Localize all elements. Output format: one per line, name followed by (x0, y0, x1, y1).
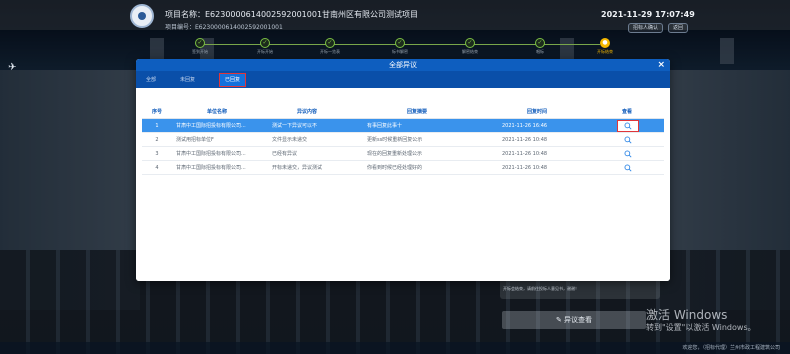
column-header: 序号 (151, 109, 162, 115)
search-icon[interactable] (619, 163, 637, 173)
search-icon[interactable] (619, 149, 637, 159)
table-row[interactable]: 1 甘肃中工国际招投标有限公司... 测试一下异议可以不 有事回复此事十 202… (142, 119, 664, 133)
back-button[interactable]: 返回 (668, 23, 689, 33)
column-header: 查看 (621, 109, 632, 115)
row-number: 4 (155, 165, 159, 171)
step-label: 解密结束 (462, 49, 478, 54)
objection-view-button[interactable]: ✎ 异议查看 (502, 311, 646, 329)
windows-activation-title: 激活 Windows (646, 308, 728, 322)
table-row[interactable]: 4 甘肃中工国际招投标有限公司... 开标未递交，异议测试 你看到时候已经处理好… (142, 161, 664, 175)
reply-summary: 现在的回复重新处理公示 (367, 151, 423, 157)
dialog-footer (136, 275, 670, 281)
windows-activation-subtitle: 转到"设置"以激活 Windows。 (646, 323, 756, 332)
dialog-tabs: 全部 未回复 已回复 (136, 71, 670, 88)
emblem-logo (130, 4, 154, 28)
objection-content: 测试一下异议可以不 (272, 123, 318, 129)
tab-all[interactable]: 全部 (146, 74, 156, 86)
step-7: ● 开标结束 (585, 38, 625, 55)
datetime: 2021-11-29 17:07:49 (601, 10, 695, 19)
column-header: 异议内容 (296, 109, 317, 115)
reply-time: 2021-11-26 10:48 (502, 165, 548, 171)
tab-unreplied[interactable]: 未回复 (180, 74, 195, 86)
step-4: ✓ 标书解密 (380, 38, 420, 55)
bird-icon[interactable]: ✈ (8, 62, 20, 74)
objection-dialog: 全部异议 × 全部 未回复 已回复 序号 单位名称 异议内容 回复摘要 回复时间… (136, 59, 670, 281)
tab-replied[interactable]: 已回复 (218, 73, 247, 87)
chat-icon: ✎ (555, 316, 565, 324)
check-icon: ✓ (195, 38, 205, 48)
current-step-icon: ● (600, 38, 610, 48)
objection-content: 已经有异议 (272, 151, 298, 157)
objection-table: 序号 单位名称 异议内容 回复摘要 回复时间 查看 1 甘肃中工国际招投标有限公… (142, 105, 664, 175)
column-header: 回复摘要 (406, 109, 427, 115)
table-row[interactable]: 2 测试用招标单位F 文件显示未递交 更新ss时候重新回复公示 2021-11-… (142, 133, 664, 147)
step-label: 唱标 (536, 49, 544, 54)
objection-content: 文件显示未递交 (272, 137, 308, 143)
objection-view-label: 异议查看 (564, 316, 593, 324)
table-header: 序号 单位名称 异议内容 回复摘要 回复时间 查看 (142, 105, 664, 119)
check-icon: ✓ (465, 38, 475, 48)
reply-summary: 你看到时候已经处理好的 (367, 165, 423, 171)
check-icon: ✓ (535, 38, 545, 48)
check-icon: ✓ (395, 38, 405, 48)
unit-name: 测试用招标单位F (176, 137, 214, 143)
side-panel-tip: 开标会结束，请前往投标人意见书，谢谢！ (503, 286, 579, 291)
step-6: ✓ 唱标 (520, 38, 560, 55)
unit-name: 甘肃中工国际招投标有限公司... (176, 151, 246, 157)
project-number: 项目编号：E6230000614002592001001 (165, 24, 283, 31)
check-icon: ✓ (325, 38, 335, 48)
reply-summary: 更新ss时候重新回复公示 (367, 137, 423, 143)
unit-name: 甘肃中工国际招投标有限公司... (176, 165, 246, 171)
footer-bar: 欢迎您，（招标代理）兰州市政工程建筑公司 (0, 342, 790, 354)
objection-content: 开标未递交，异议测试 (272, 165, 323, 171)
close-icon[interactable]: × (657, 59, 665, 71)
check-icon: ✓ (260, 38, 270, 48)
step-label: 开标开始 (257, 49, 273, 54)
reply-time: 2021-11-26 10:48 (502, 137, 548, 143)
unit-name: 甘肃中工国际招投标有限公司... (176, 123, 246, 129)
project-name: 项目名称：E6230000614002592001001甘南州区有限公司测试项目 (165, 10, 419, 19)
step-label: 标书解密 (392, 49, 408, 54)
search-icon[interactable] (619, 135, 637, 145)
footer-text: 欢迎您，（招标代理）兰州市政工程建筑公司 (682, 345, 780, 351)
reply-summary: 有事回复此事十 (367, 123, 403, 129)
search-icon[interactable] (617, 120, 639, 132)
table-row[interactable]: 3 甘肃中工国际招投标有限公司... 已经有异议 现在的回复重新处理公示 202… (142, 147, 664, 161)
row-number: 1 (155, 123, 159, 129)
column-header: 回复时间 (526, 109, 547, 115)
step-1: ✓ 签到开始 (180, 38, 220, 55)
reply-time: 2021-11-26 16:46 (502, 123, 548, 129)
step-label: 签到开始 (192, 49, 208, 54)
progress-steps: ✓ 签到开始 ✓ 开标开始 ✓ 开标一览表 ✓ 标书解密 ✓ 解密结束 ✓ 唱标 ● 开标结束 (160, 38, 620, 58)
step-label: 开标一览表 (320, 49, 340, 54)
column-header: 单位名称 (206, 109, 227, 115)
confirm-button[interactable]: 招标人确认 (628, 23, 664, 33)
row-number: 3 (155, 151, 159, 157)
step-2: ✓ 开标开始 (245, 38, 285, 55)
row-number: 2 (155, 137, 159, 143)
reply-time: 2021-11-26 10:48 (502, 151, 548, 157)
dialog-header: 全部异议 × (136, 59, 670, 71)
step-5: ✓ 解密结束 (450, 38, 490, 55)
dialog-title: 全部异议 (389, 61, 417, 69)
step-label: 开标结束 (597, 49, 613, 54)
step-3: ✓ 开标一览表 (310, 38, 350, 55)
